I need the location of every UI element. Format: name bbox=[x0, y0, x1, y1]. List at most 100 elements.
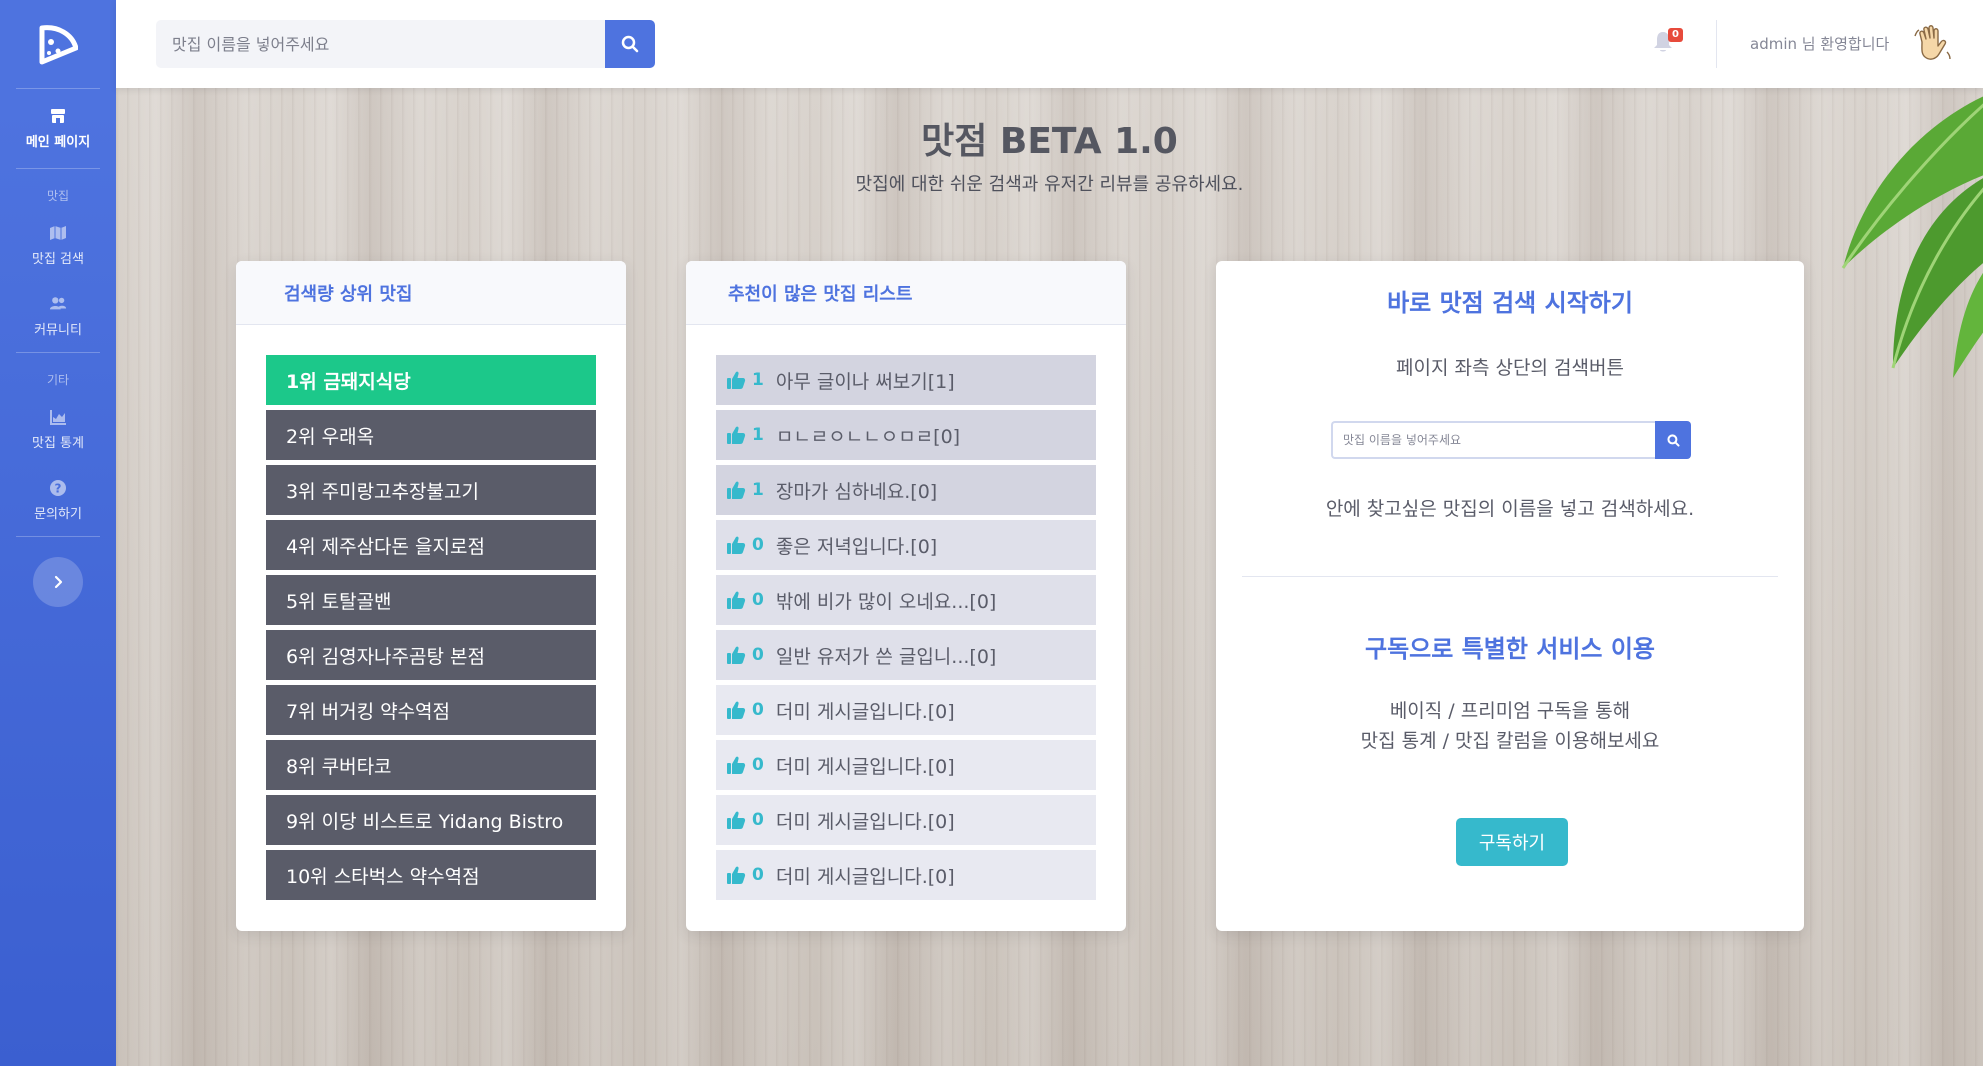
store-icon bbox=[51, 109, 65, 123]
sidebar-item-main-page[interactable]: 메인 페이지 bbox=[0, 89, 116, 168]
card-header: 검색량 상위 맛집 bbox=[236, 261, 626, 325]
waving-hand-icon[interactable] bbox=[1912, 22, 1954, 64]
recommended-item[interactable]: 0 더미 게시글입니다.[0] bbox=[716, 685, 1096, 735]
recommended-card: 추천이 많은 맛집 리스트 1 아무 글이나 써보기[1] 1 ㅁㄴㄹㅇㄴㄴㅇㅁㄹ[0… bbox=[686, 261, 1126, 931]
post-title: 더미 게시글입니다.[0] bbox=[775, 700, 955, 723]
quick-search-text-2: 안에 찾고싶은 맛집의 이름을 넣고 검색하세요. bbox=[1325, 498, 1695, 520]
post-title: 아무 글이나 써보기[1] bbox=[775, 370, 955, 393]
notifications-button[interactable]: 0 bbox=[1652, 28, 1683, 60]
topbar: 0 admin 님 환영합니다 bbox=[116, 0, 1983, 88]
thumbs-up-icon bbox=[727, 536, 746, 554]
svg-text:?: ? bbox=[55, 482, 62, 496]
top-restaurant-item[interactable]: 9위 이당 비스트로 Yidang Bistro bbox=[266, 795, 596, 845]
recommended-item[interactable]: 0 밖에 비가 많이 오네요...[0] bbox=[716, 575, 1096, 625]
top-restaurant-item[interactable]: 10위 스타벅스 약수역점 bbox=[266, 850, 596, 900]
users-icon bbox=[49, 297, 67, 310]
recommended-list: 1 아무 글이나 써보기[1] 1 ㅁㄴㄹㅇㄴㄴㅇㅁㄹ[0] 1 장마가 심하네요.[0]… bbox=[686, 325, 1126, 900]
recommended-item[interactable]: 1 아무 글이나 써보기[1] bbox=[716, 355, 1096, 405]
top-restaurant-item[interactable]: 4위 제주삼다돈 을지로점 bbox=[266, 520, 596, 570]
post-title: 일반 유저가 쓴 글입니...[0] bbox=[775, 645, 997, 668]
brand-logo[interactable] bbox=[0, 0, 116, 88]
sidebar-item-label: 맛집 통계 bbox=[32, 436, 84, 451]
top-restaurant-item[interactable]: 8위 쿠버타코 bbox=[266, 740, 596, 790]
example-search-input[interactable] bbox=[1331, 421, 1655, 459]
recommend-count: 0 bbox=[752, 700, 764, 720]
sidebar-item-statistics[interactable]: 맛집 통계 bbox=[0, 394, 116, 465]
search-button[interactable] bbox=[605, 20, 655, 68]
recommend-count: 1 bbox=[752, 425, 764, 445]
subscribe-button[interactable]: 구독하기 bbox=[1456, 818, 1568, 866]
top-restaurant-list: 1위 금돼지식당 2위 우래옥 3위 주미랑고추장불고기 4위 제주삼다돈 을지로점 5… bbox=[236, 325, 626, 900]
main-content: 맛점 BETA 1.0 맛집에 대한 쉬운 검색과 유저간 리뷰를 공유하세요.… bbox=[116, 88, 1983, 1066]
sidebar-item-label: 맛집 검색 bbox=[32, 252, 84, 267]
top-restaurant-item[interactable]: 6위 김영자나주곰탕 본점 bbox=[266, 630, 596, 680]
sidebar-item-label: 메인 페이지 bbox=[25, 135, 91, 150]
user-greeting[interactable]: admin 님 환영합니다 bbox=[1750, 33, 1889, 54]
chart-area-icon bbox=[50, 410, 66, 425]
map-icon bbox=[50, 226, 66, 240]
recommended-item[interactable]: 1 장마가 심하네요.[0] bbox=[716, 465, 1096, 515]
top-restaurant-item[interactable]: 5위 토탈골밴 bbox=[266, 575, 596, 625]
page-subtitle: 맛집에 대한 쉬운 검색과 유저간 리뷰를 공유하세요. bbox=[855, 174, 1244, 195]
sidebar-heading: 기타 bbox=[46, 373, 70, 387]
sidebar-item-community[interactable]: 커뮤니티 bbox=[0, 281, 116, 352]
recommended-item[interactable]: 0 더미 게시글입니다.[0] bbox=[716, 850, 1096, 900]
page-title: 맛점 BETA 1.0 bbox=[921, 121, 1178, 162]
sidebar-item-label: 문의하기 bbox=[34, 507, 82, 522]
recommend-count: 0 bbox=[752, 865, 764, 885]
recommended-item[interactable]: 0 더미 게시글입니다.[0] bbox=[716, 795, 1096, 845]
post-title: 밖에 비가 많이 오네요...[0] bbox=[775, 590, 997, 613]
thumbs-up-icon bbox=[727, 701, 746, 719]
chevron-right-icon bbox=[54, 575, 63, 589]
thumbs-up-icon bbox=[727, 426, 746, 444]
subscription-title: 구독으로 특별한 서비스 이용 bbox=[1364, 635, 1656, 663]
search-input[interactable] bbox=[156, 20, 605, 68]
top-restaurant-item[interactable]: 7위 버거킹 약수역점 bbox=[266, 685, 596, 735]
card-divider bbox=[1242, 576, 1778, 577]
thumbs-up-icon bbox=[727, 866, 746, 884]
top-restaurant-item[interactable]: 2위 우래옥 bbox=[266, 410, 596, 460]
quick-start-card: 바로 맛점 검색 시작하기 페이지 좌측 상단의 검색버튼 안에 찾고싶은 맛집… bbox=[1216, 261, 1804, 931]
sidebar-item-label: 커뮤니티 bbox=[34, 323, 82, 338]
recommended-item[interactable]: 0 일반 유저가 쓴 글입니...[0] bbox=[716, 630, 1096, 680]
subscription-text-1: 베이직 / 프리미엄 구독을 통해 bbox=[1389, 700, 1631, 722]
recommend-count: 0 bbox=[752, 535, 764, 555]
subscription-text-2: 맛집 통계 / 맛집 칼럼을 이용해보세요 bbox=[1360, 730, 1660, 752]
recommended-item[interactable]: 0 더미 게시글입니다.[0] bbox=[716, 740, 1096, 790]
topbar-search bbox=[156, 20, 655, 68]
top-restaurant-item[interactable]: 1위 금돼지식당 bbox=[266, 355, 596, 405]
quick-search-title: 바로 맛점 검색 시작하기 bbox=[1387, 289, 1633, 317]
sidebar-item-search[interactable]: 맛집 검색 bbox=[0, 210, 116, 281]
notification-count-badge: 0 bbox=[1668, 28, 1683, 42]
recommended-item[interactable]: 0 좋은 저녁입니다.[0] bbox=[716, 520, 1096, 570]
search-icon bbox=[1666, 433, 1680, 447]
thumbs-up-icon bbox=[727, 591, 746, 609]
post-title: 장마가 심하네요.[0] bbox=[775, 480, 938, 503]
sidebar-toggle-button[interactable] bbox=[33, 557, 83, 607]
pizza-logo-icon bbox=[39, 25, 78, 65]
sidebar-item-inquiry[interactable]: ? 문의하기 bbox=[0, 465, 116, 536]
recommend-count: 0 bbox=[752, 590, 764, 610]
thumbs-up-icon bbox=[727, 811, 746, 829]
recommend-count: 0 bbox=[752, 755, 764, 775]
post-title: 더미 게시글입니다.[0] bbox=[775, 755, 955, 778]
post-title: ㅁㄴㄹㅇㄴㄴㅇㅁㄹ[0] bbox=[775, 425, 961, 448]
post-title: 더미 게시글입니다.[0] bbox=[775, 865, 955, 888]
thumbs-up-icon bbox=[727, 756, 746, 774]
question-circle-icon: ? bbox=[50, 480, 66, 496]
topbar-divider bbox=[1716, 20, 1717, 68]
post-title: 더미 게시글입니다.[0] bbox=[775, 810, 955, 833]
sidebar-divider bbox=[16, 536, 100, 537]
search-icon bbox=[621, 35, 639, 53]
top-restaurant-item[interactable]: 3위 주미랑고추장불고기 bbox=[266, 465, 596, 515]
sidebar-heading: 맛집 bbox=[46, 189, 70, 203]
example-search-button[interactable] bbox=[1655, 421, 1691, 459]
example-search bbox=[1331, 421, 1691, 459]
recommend-count: 1 bbox=[752, 370, 764, 390]
top-searched-card: 검색량 상위 맛집 1위 금돼지식당 2위 우래옥 3위 주미랑고추장불고기 4위 제… bbox=[236, 261, 626, 931]
recommend-count: 1 bbox=[752, 480, 764, 500]
thumbs-up-icon bbox=[727, 371, 746, 389]
recommended-item[interactable]: 1 ㅁㄴㄹㅇㄴㄴㅇㅁㄹ[0] bbox=[716, 410, 1096, 460]
card-header: 추천이 많은 맛집 리스트 bbox=[686, 261, 1126, 325]
post-title: 좋은 저녁입니다.[0] bbox=[775, 535, 938, 558]
